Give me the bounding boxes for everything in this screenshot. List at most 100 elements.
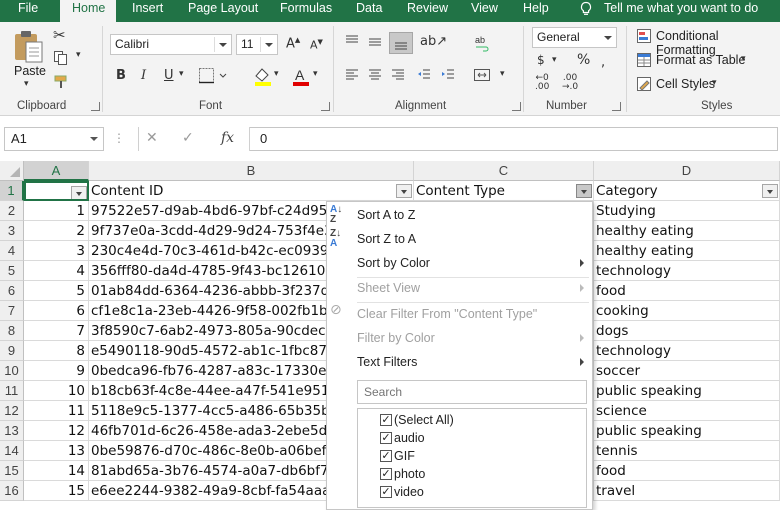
table-cell-d[interactable]: public speaking <box>594 381 780 401</box>
decrease-indent-icon[interactable] <box>416 67 432 83</box>
text-filters-item[interactable]: Text Filters <box>327 350 592 374</box>
table-cell-d[interactable]: travel <box>594 481 780 501</box>
confirm-entry-icon[interactable]: ✓ <box>182 130 194 146</box>
filter-value-label[interactable]: video <box>394 483 424 501</box>
cancel-entry-icon[interactable]: ✕ <box>146 130 158 146</box>
underline-button[interactable]: U <box>164 68 174 83</box>
align-right-icon[interactable] <box>390 67 406 83</box>
table-cell-a[interactable]: 7 <box>24 321 89 341</box>
row-header[interactable]: 8 <box>0 321 24 341</box>
percent-style-icon[interactable]: % <box>577 52 590 68</box>
row-header[interactable]: 1 <box>0 181 24 201</box>
wrap-text-icon[interactable]: ab <box>474 34 490 52</box>
sort-z-to-a-item[interactable]: Z↓ A Sort Z to A <box>327 227 592 251</box>
increase-font-size-icon[interactable]: A▲ <box>286 36 300 51</box>
format-as-table-button[interactable]: Format as Table <box>656 53 745 67</box>
table-cell-a[interactable]: 15 <box>24 481 89 501</box>
column-header-c[interactable]: C <box>414 161 594 181</box>
table-cell-d[interactable]: dogs <box>594 321 780 341</box>
table-cell-d[interactable]: healthy eating <box>594 221 780 241</box>
decrease-font-size-icon[interactable]: A▼ <box>310 38 323 52</box>
checkbox[interactable]: ✓ <box>380 468 392 480</box>
filter-value-label[interactable]: audio <box>394 429 425 447</box>
clipboard-launcher-icon[interactable] <box>91 102 100 111</box>
row-header[interactable]: 11 <box>0 381 24 401</box>
table-cell-d[interactable]: food <box>594 281 780 301</box>
tab-view[interactable]: View <box>471 0 498 22</box>
tab-insert[interactable]: Insert <box>132 0 163 22</box>
row-header[interactable]: 5 <box>0 261 24 281</box>
paste-button[interactable]: Paste <box>14 64 46 78</box>
row-header[interactable]: 7 <box>0 301 24 321</box>
font-name-dropdown[interactable]: Calibri <box>110 34 232 55</box>
insert-function-button[interactable]: fx <box>221 130 234 146</box>
filter-value-label[interactable]: photo <box>394 465 425 483</box>
column-header-a[interactable]: A <box>24 161 89 181</box>
column-header-b[interactable]: B <box>89 161 414 181</box>
font-size-dropdown[interactable]: 11 <box>236 34 278 55</box>
tab-data[interactable]: Data <box>356 0 382 22</box>
merge-dropdown-icon[interactable]: ▾ <box>500 69 505 79</box>
fill-color-dropdown-icon[interactable]: ▾ <box>274 69 279 79</box>
tab-page-layout[interactable]: Page Layout <box>188 0 258 22</box>
row-header[interactable]: 6 <box>0 281 24 301</box>
copy-icon[interactable] <box>53 50 69 66</box>
tab-help[interactable]: Help <box>523 0 549 22</box>
cut-icon[interactable]: ✂ <box>53 26 66 44</box>
tab-review[interactable]: Review <box>407 0 448 22</box>
sort-by-color-item[interactable]: Sort by Color <box>327 251 592 275</box>
table-cell-a[interactable]: 11 <box>24 401 89 421</box>
decrease-decimal-icon[interactable]: .00 →.0 <box>562 74 578 92</box>
number-format-dropdown[interactable]: General <box>532 27 617 48</box>
alignment-launcher-icon[interactable] <box>512 102 521 111</box>
row-header[interactable]: 16 <box>0 481 24 501</box>
table-cell-d[interactable]: soccer <box>594 361 780 381</box>
tab-file[interactable]: File <box>18 0 38 22</box>
underline-dropdown-icon[interactable]: ▾ <box>179 69 184 79</box>
fill-color-icon[interactable] <box>252 66 274 86</box>
row-header[interactable]: 3 <box>0 221 24 241</box>
align-center-icon[interactable] <box>367 67 383 83</box>
top-align-icon[interactable] <box>344 34 360 50</box>
table-cell-a[interactable]: 14 <box>24 461 89 481</box>
row-header[interactable]: 13 <box>0 421 24 441</box>
copy-dropdown-icon[interactable]: ▾ <box>76 50 81 60</box>
filter-dropdown-button[interactable] <box>71 186 87 199</box>
tell-me-search[interactable]: Tell me what you want to do <box>604 0 758 22</box>
header-cell-c[interactable]: Content Type <box>414 181 594 201</box>
middle-align-icon[interactable] <box>367 34 383 50</box>
paste-dropdown-icon[interactable]: ▾ <box>24 79 29 89</box>
table-cell-d[interactable]: tennis <box>594 441 780 461</box>
table-cell-a[interactable]: 10 <box>24 381 89 401</box>
formula-input[interactable]: 0 <box>250 127 778 151</box>
accounting-format-icon[interactable]: $ <box>537 53 545 67</box>
bold-button[interactable]: B <box>116 68 126 83</box>
table-cell-a[interactable]: 13 <box>24 441 89 461</box>
row-header[interactable]: 14 <box>0 441 24 461</box>
filter-dropdown-button[interactable] <box>396 184 412 198</box>
cell-styles-dropdown-icon[interactable]: ▾ <box>712 78 717 88</box>
merge-center-icon[interactable] <box>473 67 491 83</box>
table-cell-a[interactable]: 2 <box>24 221 89 241</box>
row-header[interactable]: 12 <box>0 401 24 421</box>
filter-search-input[interactable] <box>357 380 587 404</box>
filter-dropdown-button[interactable] <box>762 184 778 198</box>
increase-decimal-icon[interactable]: ←0.00 <box>535 74 549 92</box>
format-as-table-dropdown-icon[interactable]: ▾ <box>741 54 746 64</box>
header-cell-a[interactable] <box>24 181 89 201</box>
filter-dropdown-button[interactable] <box>576 184 592 198</box>
table-cell-a[interactable]: 8 <box>24 341 89 361</box>
format-painter-icon[interactable] <box>53 74 69 90</box>
cell-styles-icon[interactable] <box>636 76 652 92</box>
table-cell-d[interactable]: food <box>594 461 780 481</box>
checkbox[interactable]: ✓ <box>380 414 392 426</box>
table-cell-d[interactable]: science <box>594 401 780 421</box>
table-cell-a[interactable]: 3 <box>24 241 89 261</box>
align-left-icon[interactable] <box>344 67 360 83</box>
orientation-icon[interactable]: ab↗ <box>420 34 447 49</box>
column-header-d[interactable]: D <box>594 161 780 181</box>
tab-home[interactable]: Home <box>60 0 116 23</box>
row-header[interactable]: 15 <box>0 461 24 481</box>
table-cell-a[interactable]: 5 <box>24 281 89 301</box>
row-header[interactable]: 9 <box>0 341 24 361</box>
